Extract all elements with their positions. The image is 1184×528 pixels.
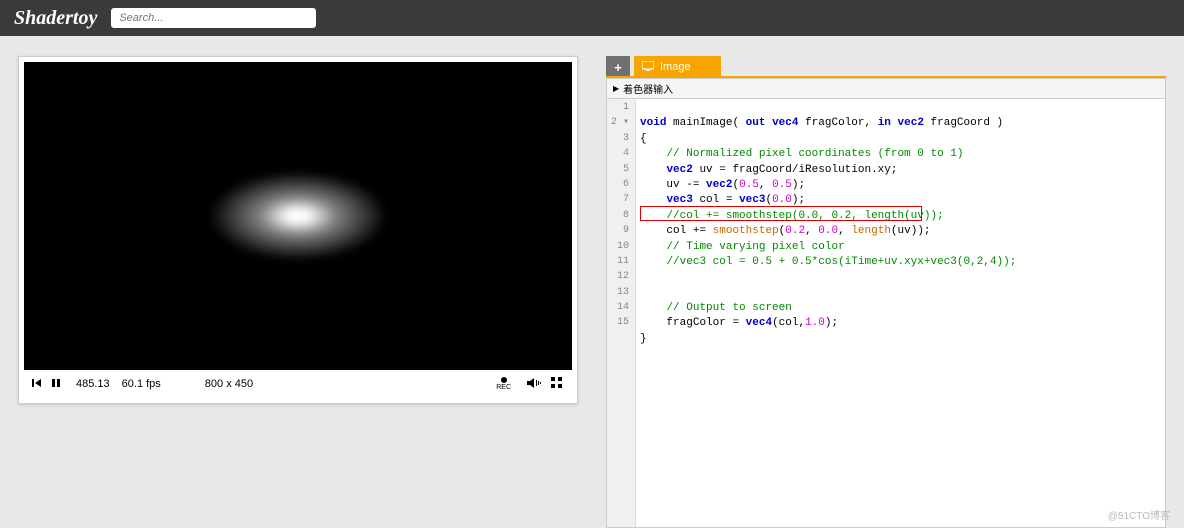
code-line[interactable]: uv -= vec2(0.5, 0.5); [640,178,1161,193]
fullscreen-button[interactable] [551,377,562,391]
add-tab-button[interactable]: + [606,56,630,78]
monitor-icon [642,61,654,74]
render-output [208,171,388,261]
player-panel: 485.13 60.1 fps 800 x 450 REC [18,56,578,528]
volume-button[interactable] [527,377,541,392]
player-frame: 485.13 60.1 fps 800 x 450 REC [18,56,578,404]
main-area: 485.13 60.1 fps 800 x 450 REC + [0,36,1184,528]
line-gutter: 12 ▾3456789101112131415 [607,99,636,527]
fps-display: 60.1 fps [122,378,161,390]
rewind-button[interactable] [30,378,44,391]
tab-label: Image [660,61,691,73]
code-line[interactable]: { [640,132,1161,147]
code-line[interactable]: vec2 uv = fragCoord/iResolution.xy; [640,163,1161,178]
code-line[interactable] [640,270,1161,285]
code-line[interactable]: vec3 col = vec3(0.0); [640,193,1161,208]
tab-image[interactable]: Image [634,56,721,78]
code-line[interactable] [640,286,1161,301]
logo[interactable]: Shadertoy [14,7,97,30]
code-line[interactable]: void mainImage( out vec4 fragColor, in v… [640,116,1161,131]
code-line[interactable]: } [640,332,1161,347]
code-line[interactable]: col += smoothstep(0.2, 0.0, length(uv)); [640,224,1161,239]
player-controls: 485.13 60.1 fps 800 x 450 REC [24,370,572,398]
tab-bar: + Image [606,56,1166,78]
resolution-display: 800 x 450 [205,378,253,390]
shader-inputs-bar[interactable]: ▶ 着色器输入 [606,78,1166,99]
code-line[interactable]: fragColor = vec4(col,1.0); [640,316,1161,331]
code-editor[interactable]: 12 ▾3456789101112131415 void mainImage( … [606,99,1166,528]
time-display: 485.13 [76,378,110,390]
watermark: @51CTO博客 [1108,507,1170,522]
pause-button[interactable] [50,378,62,391]
code-line[interactable]: // Time varying pixel color [640,240,1161,255]
shader-inputs-label: 着色器输入 [623,81,673,96]
search-input[interactable] [111,8,316,28]
code-content[interactable]: void mainImage( out vec4 fragColor, in v… [636,99,1165,527]
code-line[interactable]: // Output to screen [640,301,1161,316]
code-line[interactable]: //col += smoothstep(0.0, 0.2, length(uv)… [640,209,1161,224]
shader-canvas[interactable] [24,62,572,370]
top-bar: Shadertoy [0,0,1184,36]
record-button[interactable]: REC [496,377,511,391]
code-line[interactable]: //vec3 col = 0.5 + 0.5*cos(iTime+uv.xyx+… [640,255,1161,270]
code-line[interactable]: // Normalized pixel coordinates (from 0 … [640,147,1161,162]
triangle-icon: ▶ [613,84,619,93]
record-icon [501,377,507,383]
editor-panel: + Image ▶ 着色器输入 12 ▾3456789101112131415 … [606,56,1166,528]
